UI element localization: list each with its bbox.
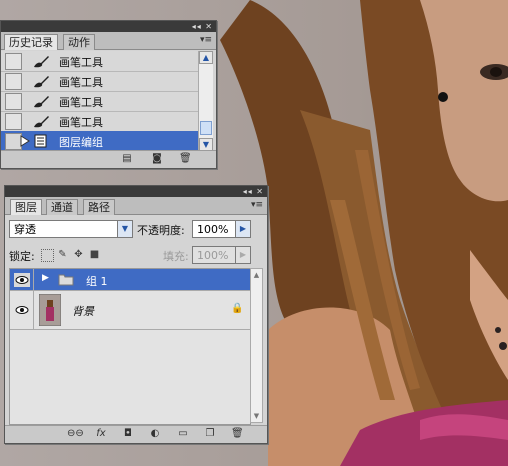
scroll-up-arrow[interactable]: ▲ bbox=[251, 269, 262, 281]
tab-paths[interactable]: 路径 bbox=[83, 199, 115, 215]
fill-input[interactable]: 100% ▶ bbox=[192, 246, 251, 264]
history-scrollbar[interactable]: ▲ ▼ bbox=[198, 51, 213, 151]
divider bbox=[33, 291, 34, 329]
opacity-input[interactable]: 100% ▶ bbox=[192, 220, 251, 238]
layer-name: 背景 bbox=[72, 305, 94, 318]
divider bbox=[33, 269, 34, 290]
new-document-icon[interactable]: ▤ bbox=[121, 154, 133, 164]
brush-icon bbox=[34, 116, 49, 128]
mask-icon[interactable]: ◘ bbox=[122, 429, 134, 439]
brush-icon bbox=[34, 96, 49, 108]
new-layer-icon[interactable]: ❐ bbox=[204, 429, 216, 439]
lock-label: 锁定: bbox=[9, 250, 35, 263]
history-item-selected[interactable]: 图层编组 bbox=[1, 131, 198, 151]
tab-layers[interactable]: 图层 bbox=[10, 199, 42, 215]
snapshot-source-checkbox[interactable] bbox=[5, 53, 22, 70]
fx-icon[interactable]: fx bbox=[95, 429, 107, 439]
chevron-right-icon[interactable]: ▶ bbox=[235, 247, 250, 263]
scroll-down-arrow[interactable]: ▼ bbox=[251, 410, 262, 422]
layers-tabs: 图层 通道 路径 ▾≡ bbox=[5, 197, 267, 215]
opacity-label: 不透明度: bbox=[137, 224, 185, 237]
panel-menu-icon[interactable]: ▾≡ bbox=[251, 200, 263, 210]
history-item-label: 画笔工具 bbox=[59, 96, 103, 109]
expand-arrow-icon[interactable]: ▶ bbox=[42, 273, 49, 283]
panel-menu-icon[interactable]: ▾≡ bbox=[200, 35, 212, 45]
brush-icon bbox=[34, 56, 49, 68]
eye-icon[interactable] bbox=[14, 303, 30, 317]
collapse-close-controls[interactable]: ◂◂ ✕ bbox=[192, 21, 213, 32]
history-item[interactable]: 画笔工具 bbox=[1, 71, 198, 92]
blend-row: 穿透 ▼ 不透明度: 100% ▶ bbox=[9, 218, 261, 240]
panel-titlebar[interactable]: ◂◂ ✕ bbox=[1, 21, 216, 32]
history-item-label: 图层编组 bbox=[59, 136, 103, 149]
history-state-slider-icon[interactable] bbox=[20, 135, 30, 147]
layer-row-background[interactable]: 背景 🔒 bbox=[10, 291, 250, 330]
blend-mode-value: 穿透 bbox=[14, 223, 36, 236]
chevron-down-icon[interactable]: ▼ bbox=[117, 221, 132, 237]
history-item-label: 画笔工具 bbox=[59, 76, 103, 89]
folder-icon[interactable]: ▭ bbox=[177, 429, 189, 439]
history-footer: ▤ ◙ 🗑 bbox=[1, 150, 216, 168]
layer-row-group[interactable]: ▶ 组 1 bbox=[10, 269, 250, 291]
lock-row: 锁定: ✎ ✥ ■ 填充: 100% ▶ bbox=[9, 246, 261, 264]
opacity-value: 100% bbox=[197, 223, 229, 236]
history-item[interactable]: 画笔工具 bbox=[1, 91, 198, 112]
brush-icon bbox=[34, 76, 49, 88]
adjustment-icon[interactable]: ◐ bbox=[149, 429, 161, 439]
panel-titlebar[interactable]: ◂◂ ✕ bbox=[5, 186, 267, 197]
fill-label: 填充: bbox=[163, 250, 189, 263]
lock-icon: 🔒 bbox=[231, 303, 244, 314]
collapse-close-controls[interactable]: ◂◂ ✕ bbox=[243, 186, 264, 197]
layer-list: ▶ 组 1 背景 🔒 bbox=[9, 268, 251, 425]
history-list: 画笔工具 画笔工具 画笔工具 画笔工具 图层编组 bbox=[1, 51, 198, 151]
tab-history[interactable]: 历史记录 bbox=[4, 34, 58, 50]
blend-mode-select[interactable]: 穿透 ▼ bbox=[9, 220, 133, 238]
history-item[interactable]: 画笔工具 bbox=[1, 111, 198, 132]
scroll-thumb[interactable] bbox=[200, 121, 212, 135]
history-tabs: 历史记录 动作 ▾≡ bbox=[1, 32, 216, 50]
folder-icon bbox=[58, 274, 74, 286]
lock-pixels-icon[interactable]: ✎ bbox=[57, 249, 68, 260]
link-icon[interactable]: ⊖⊖ bbox=[67, 429, 84, 439]
lock-position-icon[interactable]: ✥ bbox=[73, 249, 84, 260]
fill-value: 100% bbox=[197, 249, 229, 262]
tab-channels[interactable]: 通道 bbox=[46, 199, 78, 215]
snapshot-source-checkbox[interactable] bbox=[5, 93, 22, 110]
layer-thumbnail bbox=[39, 294, 61, 326]
chevron-right-icon[interactable]: ▶ bbox=[235, 221, 250, 237]
layers-footer: ⊖⊖ fx ◘ ◐ ▭ ❐ 🗑 bbox=[5, 425, 267, 443]
lock-all-icon[interactable]: ■ bbox=[89, 249, 100, 260]
layers-panel: ◂◂ ✕ 图层 通道 路径 ▾≡ 穿透 ▼ 不透明度: 100% ▶ 锁定: ✎… bbox=[4, 185, 268, 444]
snapshot-camera-icon[interactable]: ◙ bbox=[151, 154, 163, 164]
history-item-label: 画笔工具 bbox=[59, 116, 103, 129]
lock-transparency-icon[interactable] bbox=[41, 249, 54, 262]
tab-actions[interactable]: 动作 bbox=[63, 34, 95, 50]
snapshot-source-checkbox[interactable] bbox=[5, 113, 22, 130]
history-state-icon bbox=[34, 134, 47, 148]
eye-icon[interactable] bbox=[14, 273, 30, 287]
snapshot-source-checkbox[interactable] bbox=[5, 73, 22, 90]
history-panel: ◂◂ ✕ 历史记录 动作 ▾≡ 画笔工具 画笔工具 画笔工具 画笔工具 图层编组… bbox=[0, 20, 217, 169]
layer-name: 组 1 bbox=[86, 275, 108, 288]
layers-scrollbar[interactable]: ▲ ▼ bbox=[250, 268, 263, 423]
history-item-label: 画笔工具 bbox=[59, 56, 103, 69]
trash-icon[interactable]: 🗑 bbox=[179, 154, 192, 164]
history-item[interactable]: 画笔工具 bbox=[1, 51, 198, 72]
scroll-up-arrow[interactable]: ▲ bbox=[199, 51, 213, 64]
trash-icon[interactable]: 🗑 bbox=[231, 429, 244, 439]
